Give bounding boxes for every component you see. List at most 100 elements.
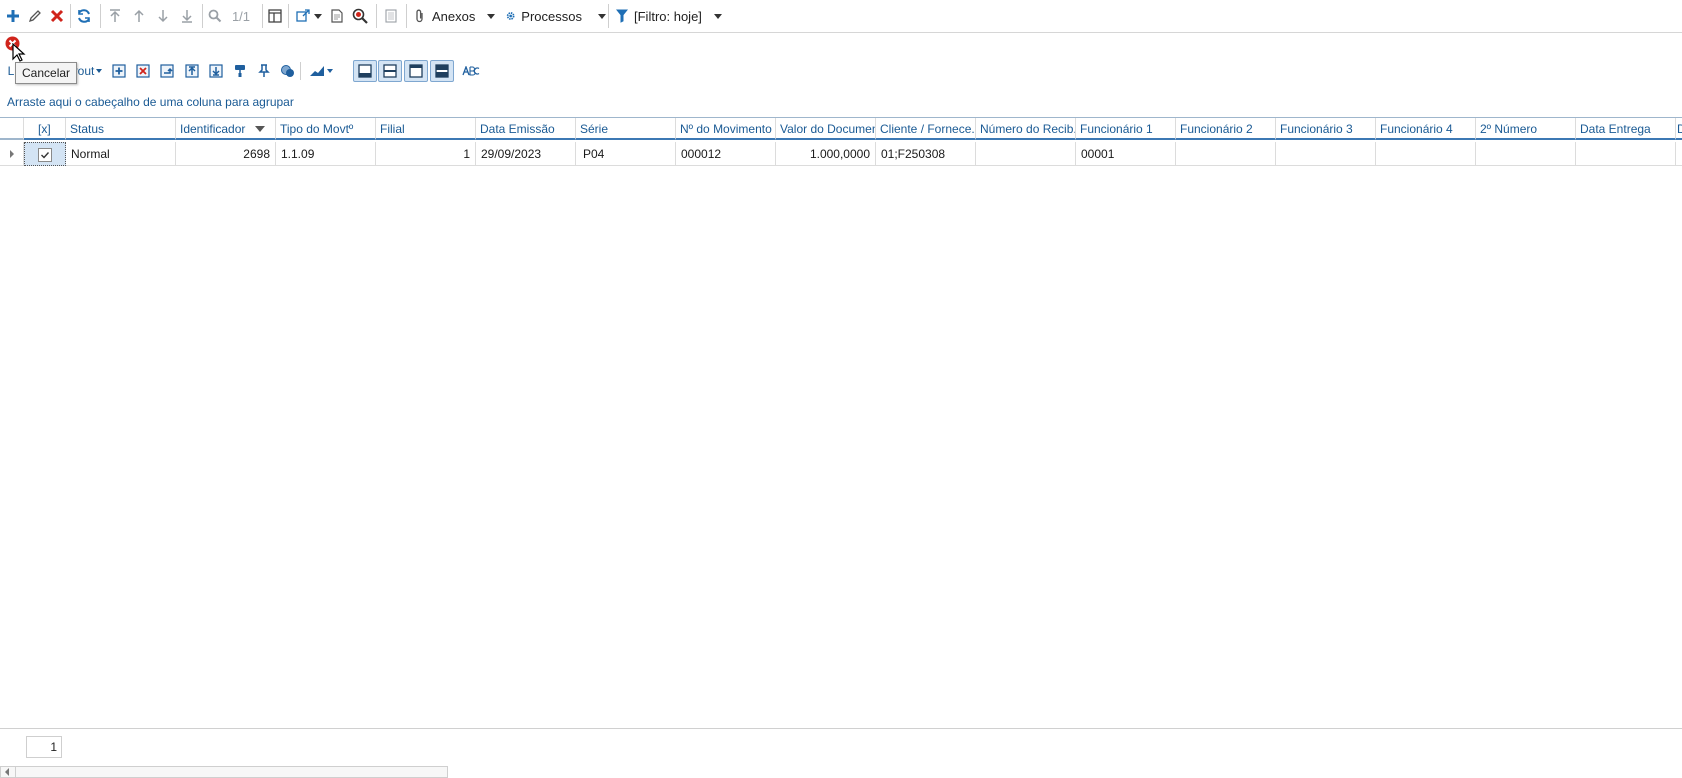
plus-icon	[7, 10, 19, 22]
arrow-down-icon	[158, 10, 168, 23]
cell-cliente[interactable]: 01;F250308	[876, 142, 976, 166]
color-button[interactable]	[280, 62, 296, 80]
pin-button[interactable]	[256, 62, 272, 80]
funnel-icon	[616, 9, 628, 23]
row-select-cell[interactable]	[24, 142, 66, 166]
filter-label: [Filtro: hoje]	[634, 8, 702, 24]
cell-valor[interactable]: 1.000,0000	[776, 142, 876, 166]
cell-funcionario-1[interactable]: 00001	[1076, 142, 1176, 166]
row-pointer-icon	[10, 150, 14, 158]
move-up-button[interactable]	[184, 62, 200, 80]
remove-group-button[interactable]	[135, 62, 151, 80]
export-dropdown-button[interactable]	[294, 5, 324, 27]
chevron-down-icon	[96, 69, 103, 73]
column-header-identificador-label: Identificador	[180, 122, 246, 136]
processos-dropdown[interactable]: Processos	[506, 5, 606, 27]
horizontal-scrollbar[interactable]	[0, 766, 448, 778]
paperclip-icon	[416, 9, 423, 23]
add-group-button[interactable]	[111, 62, 127, 80]
add-button[interactable]	[4, 5, 22, 27]
column-header-funcionario-2[interactable]: Funcionário 2	[1176, 118, 1276, 140]
cell-identificador[interactable]: 2698	[176, 142, 276, 166]
link-box-icon	[160, 64, 174, 78]
column-header-select[interactable]: [x]	[24, 118, 66, 140]
column-header-cliente[interactable]: Cliente / Fornece...	[876, 118, 976, 140]
format-paint-button[interactable]	[232, 62, 248, 80]
cell-filial[interactable]: 1	[376, 142, 476, 166]
column-header-filial[interactable]: Filial	[376, 118, 476, 140]
export-icon	[296, 9, 310, 22]
column-header-tipo[interactable]: Tipo do Movtº	[276, 118, 376, 140]
column-header-segundo-numero[interactable]: 2º Número	[1476, 118, 1576, 140]
column-header-funcionario-1[interactable]: Funcionário 1	[1076, 118, 1176, 140]
row-indicator[interactable]	[0, 142, 24, 166]
column-header-identificador[interactable]: Identificador	[176, 118, 276, 140]
movements-grid: [x] Status Identificador Tipo do Movtº F…	[0, 117, 1682, 729]
column-header-num-movimento[interactable]: Nº do Movimento	[676, 118, 776, 140]
chevron-down-icon	[598, 13, 606, 19]
page-number-box[interactable]: 1	[26, 736, 62, 758]
notes-button[interactable]	[382, 5, 400, 27]
column-header-status[interactable]: Status	[66, 118, 176, 140]
column-header-data-entrega[interactable]: Data Entrega	[1576, 118, 1676, 140]
edit-button[interactable]	[26, 5, 44, 27]
view-mode-3-button[interactable]	[404, 60, 428, 82]
close-x-icon	[50, 9, 64, 23]
mouse-cursor-icon	[12, 43, 26, 62]
layout-view-button[interactable]	[266, 5, 284, 27]
move-down-button[interactable]	[208, 62, 224, 80]
cancel-tooltip: Cancelar	[15, 62, 78, 84]
cell-funcionario-4[interactable]	[1376, 142, 1476, 166]
next-record-button[interactable]	[154, 5, 172, 27]
cell-tipo[interactable]: 1.1.09	[276, 142, 376, 166]
chart-dropdown[interactable]	[306, 62, 336, 80]
view-mode-2-button[interactable]	[378, 60, 402, 82]
search-button[interactable]	[206, 5, 224, 27]
zoom-search-icon	[352, 8, 368, 24]
panel-top-icon	[409, 64, 423, 78]
list-document-icon	[385, 9, 397, 23]
group-by-hint[interactable]: Arraste aqui o cabeçalho de uma coluna p…	[7, 95, 294, 109]
report-button[interactable]	[328, 5, 346, 27]
cell-funcionario-3[interactable]	[1276, 142, 1376, 166]
previous-record-button[interactable]	[130, 5, 148, 27]
area-chart-icon	[310, 66, 324, 76]
anexos-dropdown[interactable]: Anexos	[414, 5, 498, 27]
document-icon	[331, 9, 343, 23]
column-header-truncated[interactable]: D	[1676, 118, 1682, 140]
spellcheck-button[interactable]	[460, 62, 482, 80]
filter-dropdown[interactable]: [Filtro: hoje]	[616, 5, 734, 27]
cell-data-entrega[interactable]	[1576, 142, 1676, 166]
cell-segundo-numero[interactable]	[1476, 142, 1576, 166]
cell-funcionario-2[interactable]	[1176, 142, 1276, 166]
last-record-button[interactable]	[178, 5, 196, 27]
column-header-numero-recibo[interactable]: Número do Recib...	[976, 118, 1076, 140]
column-header-serie[interactable]: Série	[576, 118, 676, 140]
cell-truncated[interactable]	[1676, 142, 1682, 166]
cell-status[interactable]: Normal	[66, 142, 176, 166]
find-button[interactable]	[350, 5, 370, 27]
column-header-funcionario-3[interactable]: Funcionário 3	[1276, 118, 1376, 140]
cell-data-emissao[interactable]: 29/09/2023	[476, 142, 576, 166]
row-checkbox[interactable]	[38, 148, 52, 162]
scroll-left-button[interactable]	[1, 767, 16, 777]
panel-middle-icon	[383, 64, 397, 78]
processos-label: Processos	[521, 8, 582, 24]
column-header-funcionario-4[interactable]: Funcionário 4	[1376, 118, 1476, 140]
cell-serie[interactable]: P04	[576, 142, 676, 166]
cell-num-movimento[interactable]: 000012	[676, 142, 776, 166]
column-header-data-emissao[interactable]: Data Emissão	[476, 118, 576, 140]
column-header-valor[interactable]: Valor do Documen...	[776, 118, 876, 140]
first-record-button[interactable]	[106, 5, 124, 27]
arrow-up-icon	[134, 9, 144, 22]
cell-numero-recibo[interactable]	[976, 142, 1076, 166]
chevron-down-icon	[713, 13, 722, 19]
download-box-icon	[209, 64, 223, 78]
chevron-down-icon	[327, 69, 333, 73]
panel-split-icon	[435, 64, 449, 78]
link-button[interactable]	[159, 62, 175, 80]
view-mode-1-button[interactable]	[353, 60, 377, 82]
delete-button[interactable]	[48, 5, 66, 27]
refresh-button[interactable]	[74, 5, 94, 27]
view-mode-4-button[interactable]	[430, 60, 454, 82]
